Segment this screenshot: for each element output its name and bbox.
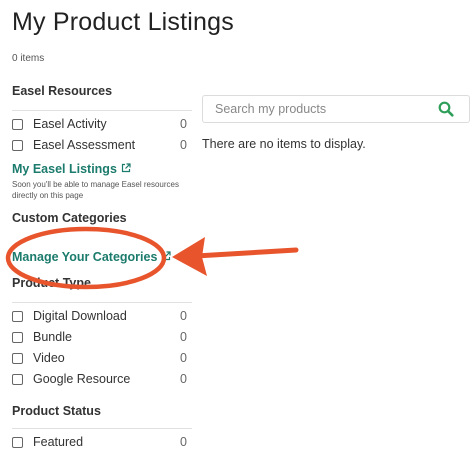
filter-label: Video: [33, 351, 65, 365]
link-label: Manage Your Categories: [12, 250, 158, 264]
filter-label: Featured: [33, 435, 84, 449]
filter-google-resource[interactable]: Google Resource 0: [12, 371, 187, 387]
page-title: My Product Listings: [12, 8, 234, 36]
divider: [12, 302, 192, 303]
filter-count: 0: [180, 330, 187, 344]
item-count: 0 items: [12, 53, 45, 64]
filter-digital-download[interactable]: Digital Download 0: [12, 308, 187, 324]
search-icon[interactable]: [435, 98, 457, 120]
filter-count: 0: [180, 372, 187, 386]
arrow-head: [172, 237, 207, 276]
filter-label: Easel Assessment: [33, 138, 136, 152]
checkbox-icon[interactable]: [12, 436, 23, 448]
filter-label: Google Resource: [33, 372, 131, 386]
external-link-icon: [161, 250, 172, 264]
product-search: [202, 95, 470, 123]
checkbox-icon[interactable]: [12, 331, 23, 343]
product-status-heading: Product Status: [12, 404, 101, 418]
filter-count: 0: [180, 117, 187, 131]
filter-video[interactable]: Video 0: [12, 350, 187, 366]
divider: [12, 110, 192, 111]
annotation-arrow: [193, 247, 299, 259]
filter-count: 0: [180, 435, 187, 449]
checkbox-icon[interactable]: [12, 118, 23, 130]
filter-count: 0: [180, 351, 187, 365]
checkbox-icon[interactable]: [12, 373, 23, 385]
search-input[interactable]: [203, 96, 435, 122]
external-link-icon: [121, 162, 131, 176]
filter-featured[interactable]: Featured 0: [12, 434, 187, 450]
easel-resources-heading: Easel Resources: [12, 84, 113, 98]
filter-bundle[interactable]: Bundle 0: [12, 329, 187, 345]
product-type-heading: Product Type: [12, 276, 91, 290]
my-easel-listings-link[interactable]: My Easel Listings: [12, 162, 131, 176]
filter-label: Digital Download: [33, 309, 127, 323]
empty-message: There are no items to display.: [202, 137, 366, 151]
divider: [12, 428, 192, 429]
checkbox-icon[interactable]: [12, 310, 23, 322]
custom-categories-heading: Custom Categories: [12, 211, 127, 225]
filter-count: 0: [180, 309, 187, 323]
filter-easel-activity[interactable]: Easel Activity 0: [12, 116, 187, 132]
manage-categories-link[interactable]: Manage Your Categories: [12, 250, 172, 264]
filter-label: Easel Activity: [33, 117, 107, 131]
checkbox-icon[interactable]: [12, 352, 23, 364]
filter-label: Bundle: [33, 330, 72, 344]
filter-count: 0: [180, 138, 187, 152]
filter-easel-assessment[interactable]: Easel Assessment 0: [12, 137, 187, 153]
easel-note: Soon you'll be able to manage Easel reso…: [12, 180, 179, 200]
checkbox-icon[interactable]: [12, 139, 23, 151]
link-label: My Easel Listings: [12, 162, 117, 176]
